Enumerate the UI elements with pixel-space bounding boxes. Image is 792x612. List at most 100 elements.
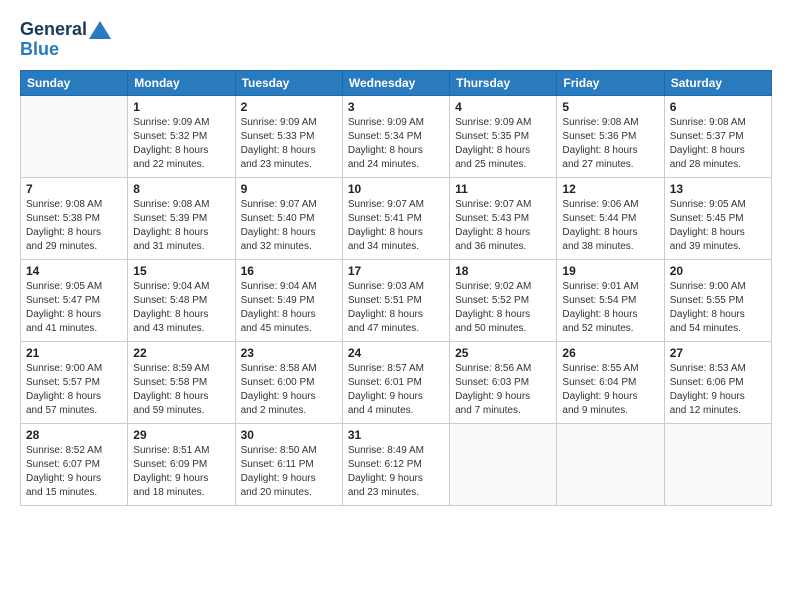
day-number: 16 xyxy=(241,264,337,278)
day-info: Sunrise: 8:57 AM Sunset: 6:01 PM Dayligh… xyxy=(348,362,444,418)
day-info: Sunrise: 9:05 AM Sunset: 5:45 PM Dayligh… xyxy=(670,198,766,254)
weekday-header: Tuesday xyxy=(235,70,342,95)
weekday-header: Friday xyxy=(557,70,664,95)
day-info: Sunrise: 9:07 AM Sunset: 5:41 PM Dayligh… xyxy=(348,198,444,254)
day-info: Sunrise: 9:03 AM Sunset: 5:51 PM Dayligh… xyxy=(348,280,444,336)
day-number: 19 xyxy=(562,264,658,278)
day-number: 24 xyxy=(348,346,444,360)
day-number: 12 xyxy=(562,182,658,196)
day-info: Sunrise: 8:55 AM Sunset: 6:04 PM Dayligh… xyxy=(562,362,658,418)
day-info: Sunrise: 9:07 AM Sunset: 5:40 PM Dayligh… xyxy=(241,198,337,254)
calendar-cell: 5 Sunrise: 9:08 AM Sunset: 5:36 PM Daylig… xyxy=(557,95,664,177)
calendar-cell: 25 Sunrise: 8:56 AM Sunset: 6:03 PM Dayli… xyxy=(450,341,557,423)
day-info: Sunrise: 9:09 AM Sunset: 5:32 PM Dayligh… xyxy=(133,116,229,172)
calendar-cell: 15 Sunrise: 9:04 AM Sunset: 5:48 PM Dayli… xyxy=(128,259,235,341)
day-number: 3 xyxy=(348,100,444,114)
calendar-cell: 13Sunrise: 9:05 AM Sunset: 5:45 PM Dayli… xyxy=(664,177,771,259)
calendar-cell: 26 Sunrise: 8:55 AM Sunset: 6:04 PM Dayli… xyxy=(557,341,664,423)
day-info: Sunrise: 9:00 AM Sunset: 5:57 PM Dayligh… xyxy=(26,362,122,418)
weekday-header: Thursday xyxy=(450,70,557,95)
day-info: Sunrise: 9:06 AM Sunset: 5:44 PM Dayligh… xyxy=(562,198,658,254)
calendar-cell: 1Sunrise: 9:09 AM Sunset: 5:32 PM Daylig… xyxy=(128,95,235,177)
calendar-cell: 16 Sunrise: 9:04 AM Sunset: 5:49 PM Dayli… xyxy=(235,259,342,341)
calendar: SundayMondayTuesdayWednesdayThursdayFrid… xyxy=(20,70,772,506)
header: General Blue xyxy=(20,20,772,60)
day-number: 10 xyxy=(348,182,444,196)
logo-text: General xyxy=(20,20,111,40)
weekday-header: Monday xyxy=(128,70,235,95)
calendar-cell: 14Sunrise: 9:05 AM Sunset: 5:47 PM Dayli… xyxy=(21,259,128,341)
day-info: Sunrise: 8:56 AM Sunset: 6:03 PM Dayligh… xyxy=(455,362,551,418)
day-number: 5 xyxy=(562,100,658,114)
day-number: 14 xyxy=(26,264,122,278)
page: General Blue SundayMondayTuesdayWednesda… xyxy=(0,0,792,612)
weekday-header: Wednesday xyxy=(342,70,449,95)
day-info: Sunrise: 8:53 AM Sunset: 6:06 PM Dayligh… xyxy=(670,362,766,418)
calendar-cell: 29 Sunrise: 8:51 AM Sunset: 6:09 PM Dayli… xyxy=(128,423,235,505)
calendar-cell: 8Sunrise: 9:08 AM Sunset: 5:39 PM Daylig… xyxy=(128,177,235,259)
day-info: Sunrise: 9:08 AM Sunset: 5:38 PM Dayligh… xyxy=(26,198,122,254)
calendar-cell: 21Sunrise: 9:00 AM Sunset: 5:57 PM Dayli… xyxy=(21,341,128,423)
calendar-cell: 22 Sunrise: 8:59 AM Sunset: 5:58 PM Dayli… xyxy=(128,341,235,423)
calendar-cell: 28 Sunrise: 8:52 AM Sunset: 6:07 PM Dayli… xyxy=(21,423,128,505)
day-number: 29 xyxy=(133,428,229,442)
day-number: 4 xyxy=(455,100,551,114)
day-info: Sunrise: 9:00 AM Sunset: 5:55 PM Dayligh… xyxy=(670,280,766,336)
day-number: 15 xyxy=(133,264,229,278)
calendar-week-row: 14Sunrise: 9:05 AM Sunset: 5:47 PM Dayli… xyxy=(21,259,772,341)
day-info: Sunrise: 9:02 AM Sunset: 5:52 PM Dayligh… xyxy=(455,280,551,336)
day-number: 27 xyxy=(670,346,766,360)
calendar-cell: 12 Sunrise: 9:06 AM Sunset: 5:44 PM Dayli… xyxy=(557,177,664,259)
calendar-week-row: 28 Sunrise: 8:52 AM Sunset: 6:07 PM Dayli… xyxy=(21,423,772,505)
day-number: 9 xyxy=(241,182,337,196)
calendar-cell: 7Sunrise: 9:08 AM Sunset: 5:38 PM Daylig… xyxy=(21,177,128,259)
calendar-cell: 4 Sunrise: 9:09 AM Sunset: 5:35 PM Daylig… xyxy=(450,95,557,177)
day-info: Sunrise: 8:58 AM Sunset: 6:00 PM Dayligh… xyxy=(241,362,337,418)
day-number: 22 xyxy=(133,346,229,360)
calendar-week-row: 21Sunrise: 9:00 AM Sunset: 5:57 PM Dayli… xyxy=(21,341,772,423)
day-number: 8 xyxy=(133,182,229,196)
weekday-header: Saturday xyxy=(664,70,771,95)
day-number: 6 xyxy=(670,100,766,114)
calendar-week-row: 7Sunrise: 9:08 AM Sunset: 5:38 PM Daylig… xyxy=(21,177,772,259)
day-number: 17 xyxy=(348,264,444,278)
day-number: 26 xyxy=(562,346,658,360)
calendar-cell xyxy=(21,95,128,177)
calendar-cell: 20 Sunrise: 9:00 AM Sunset: 5:55 PM Dayli… xyxy=(664,259,771,341)
calendar-cell: 17 Sunrise: 9:03 AM Sunset: 5:51 PM Dayli… xyxy=(342,259,449,341)
day-info: Sunrise: 9:04 AM Sunset: 5:48 PM Dayligh… xyxy=(133,280,229,336)
calendar-cell: 3 Sunrise: 9:09 AM Sunset: 5:34 PM Daylig… xyxy=(342,95,449,177)
calendar-cell: 2 Sunrise: 9:09 AM Sunset: 5:33 PM Daylig… xyxy=(235,95,342,177)
day-info: Sunrise: 8:52 AM Sunset: 6:07 PM Dayligh… xyxy=(26,444,122,500)
day-info: Sunrise: 9:08 AM Sunset: 5:37 PM Dayligh… xyxy=(670,116,766,172)
calendar-cell xyxy=(450,423,557,505)
day-info: Sunrise: 9:08 AM Sunset: 5:36 PM Dayligh… xyxy=(562,116,658,172)
day-info: Sunrise: 9:07 AM Sunset: 5:43 PM Dayligh… xyxy=(455,198,551,254)
calendar-cell: 30Sunrise: 8:50 AM Sunset: 6:11 PM Dayli… xyxy=(235,423,342,505)
day-number: 20 xyxy=(670,264,766,278)
calendar-cell: 27 Sunrise: 8:53 AM Sunset: 6:06 PM Dayli… xyxy=(664,341,771,423)
day-info: Sunrise: 8:49 AM Sunset: 6:12 PM Dayligh… xyxy=(348,444,444,500)
day-number: 23 xyxy=(241,346,337,360)
day-number: 28 xyxy=(26,428,122,442)
day-info: Sunrise: 9:04 AM Sunset: 5:49 PM Dayligh… xyxy=(241,280,337,336)
day-info: Sunrise: 9:01 AM Sunset: 5:54 PM Dayligh… xyxy=(562,280,658,336)
calendar-cell: 10 Sunrise: 9:07 AM Sunset: 5:41 PM Dayli… xyxy=(342,177,449,259)
logo-blue: Blue xyxy=(20,40,111,60)
weekday-header: Sunday xyxy=(21,70,128,95)
day-info: Sunrise: 9:09 AM Sunset: 5:33 PM Dayligh… xyxy=(241,116,337,172)
calendar-cell xyxy=(664,423,771,505)
header-row: SundayMondayTuesdayWednesdayThursdayFrid… xyxy=(21,70,772,95)
calendar-cell: 9 Sunrise: 9:07 AM Sunset: 5:40 PM Daylig… xyxy=(235,177,342,259)
day-info: Sunrise: 8:59 AM Sunset: 5:58 PM Dayligh… xyxy=(133,362,229,418)
calendar-cell: 6 Sunrise: 9:08 AM Sunset: 5:37 PM Daylig… xyxy=(664,95,771,177)
day-info: Sunrise: 8:51 AM Sunset: 6:09 PM Dayligh… xyxy=(133,444,229,500)
day-number: 11 xyxy=(455,182,551,196)
day-number: 25 xyxy=(455,346,551,360)
day-info: Sunrise: 9:09 AM Sunset: 5:34 PM Dayligh… xyxy=(348,116,444,172)
logo: General Blue xyxy=(20,20,111,60)
calendar-cell: 18Sunrise: 9:02 AM Sunset: 5:52 PM Dayli… xyxy=(450,259,557,341)
day-number: 2 xyxy=(241,100,337,114)
calendar-cell xyxy=(557,423,664,505)
day-info: Sunrise: 9:09 AM Sunset: 5:35 PM Dayligh… xyxy=(455,116,551,172)
